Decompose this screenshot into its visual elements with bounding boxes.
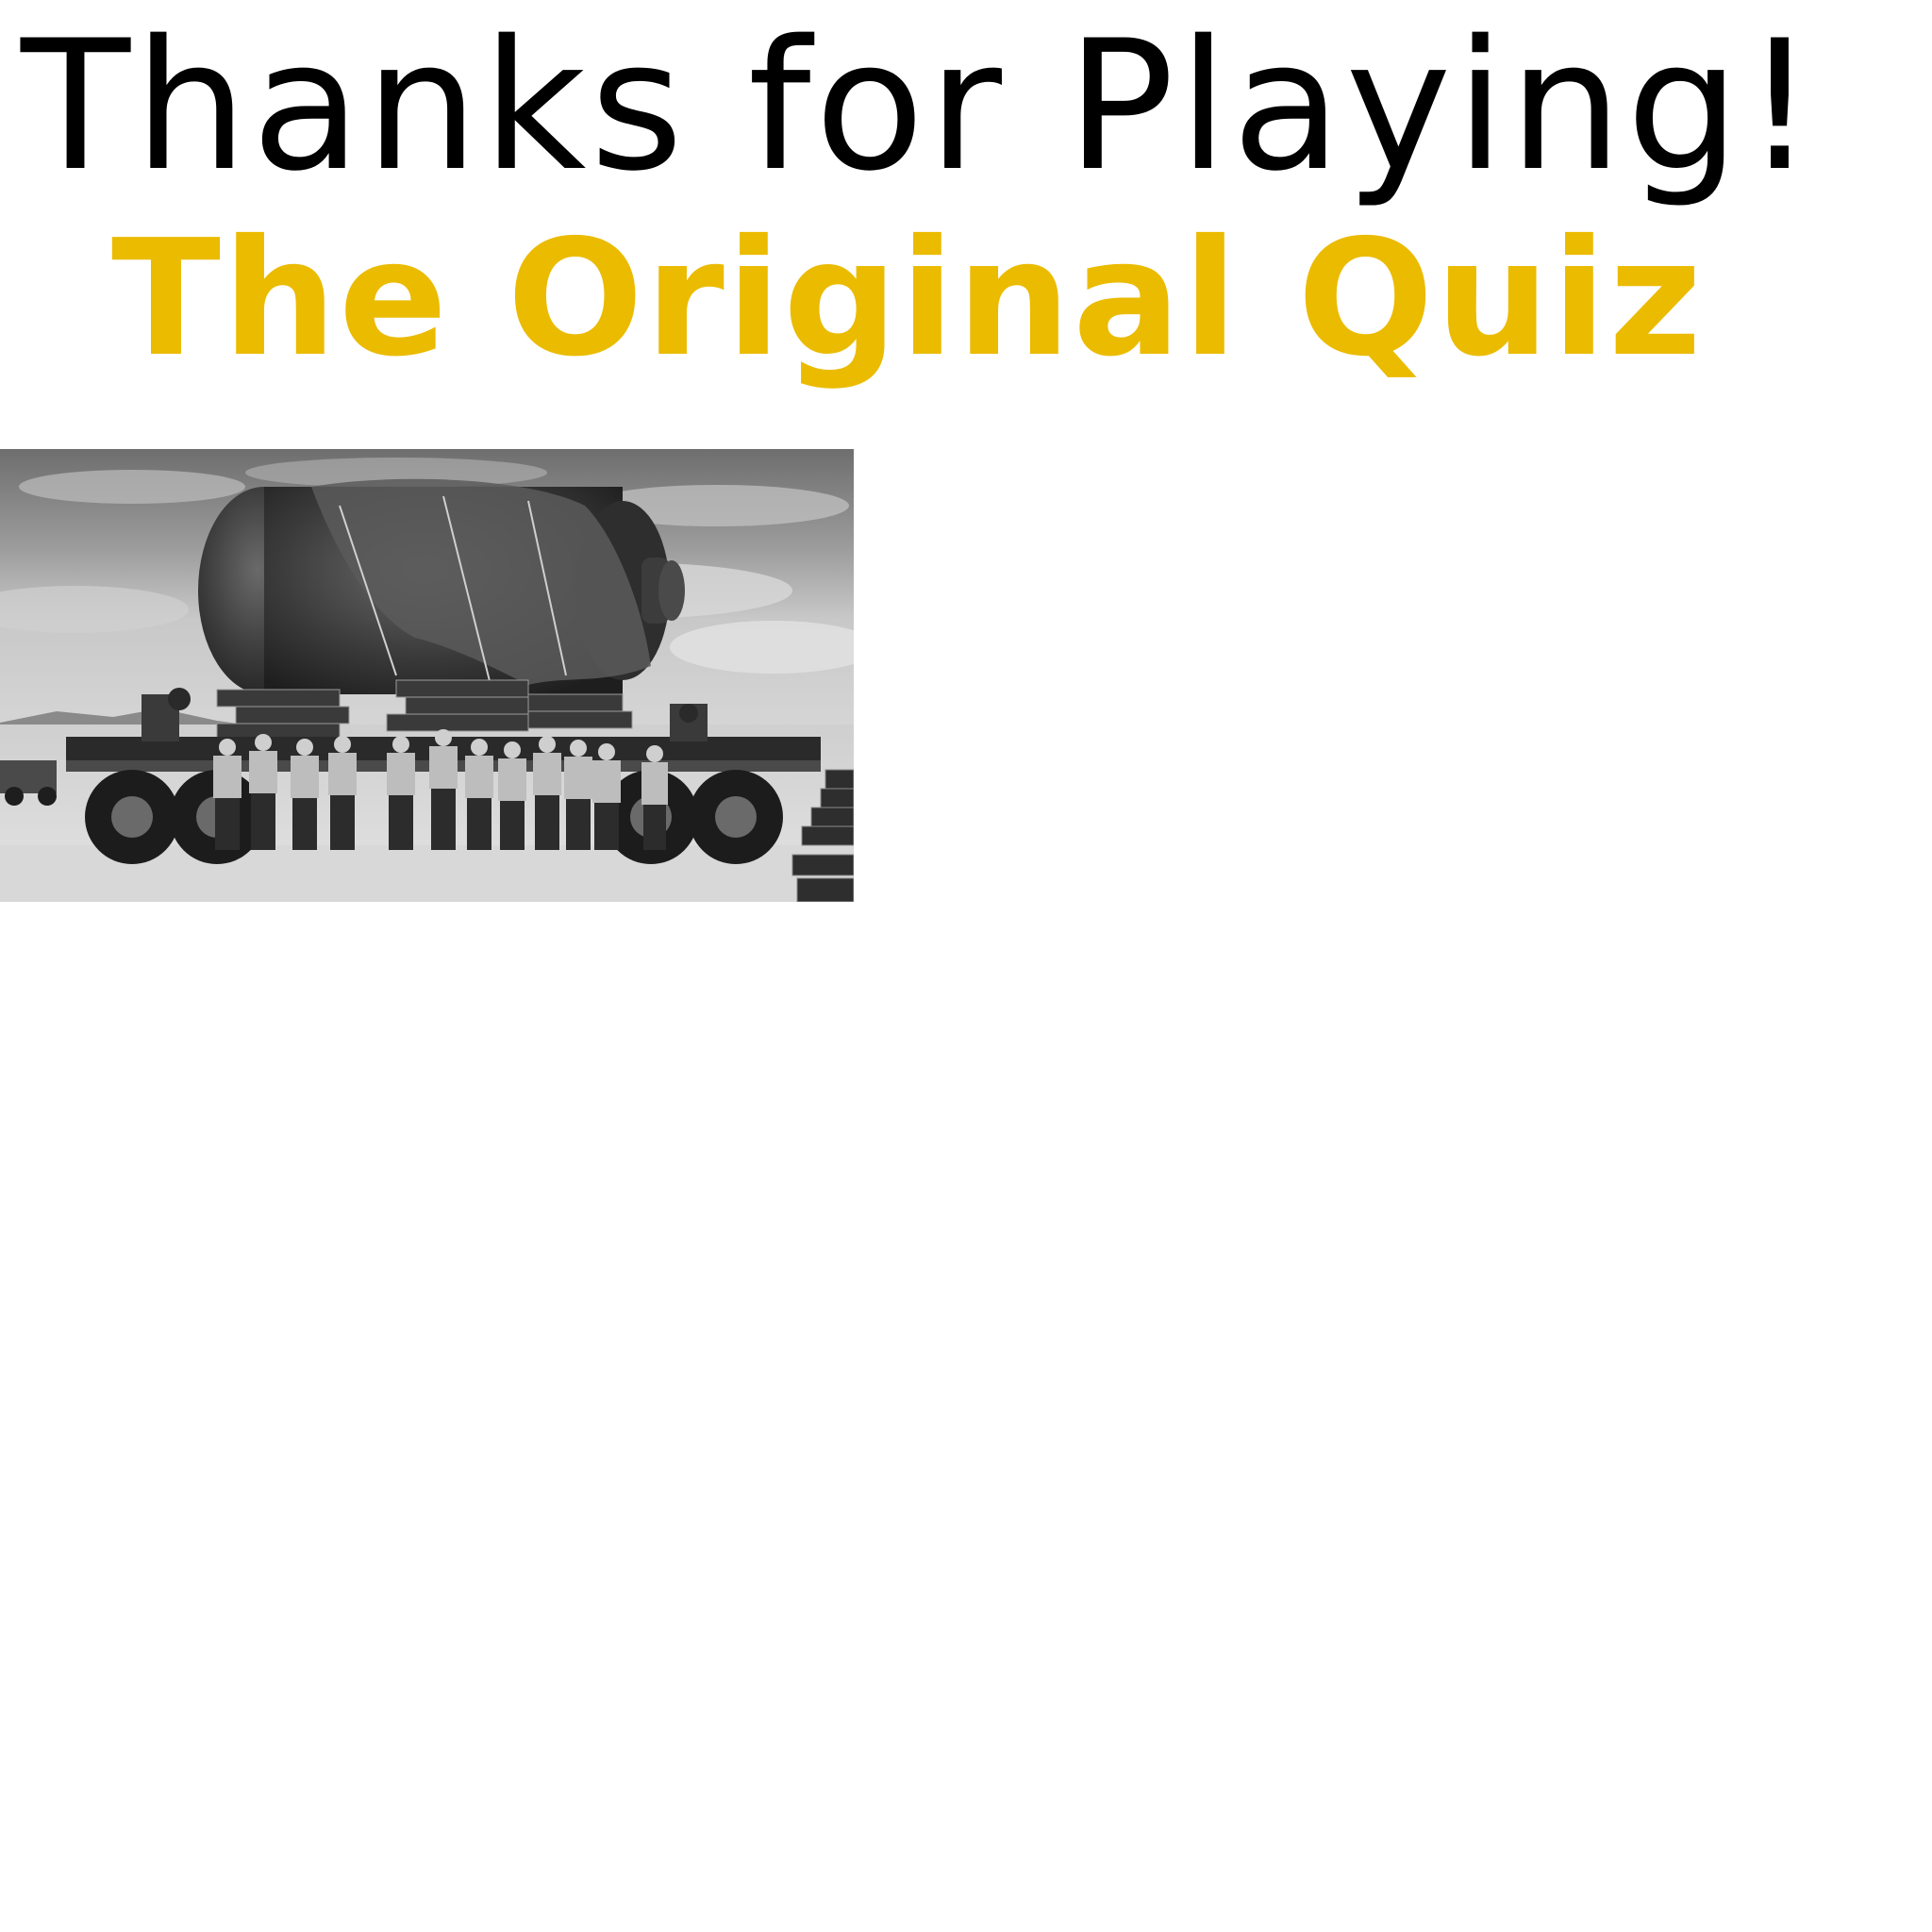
original-quiz-link[interactable]: The Original Quiz — [0, 219, 1874, 379]
historic-photo — [0, 449, 854, 902]
thanks-heading: Thanks for Playing! — [21, 2, 1820, 210]
end-screen: Thanks for Playing! The Original Quiz — [0, 0, 1932, 1932]
